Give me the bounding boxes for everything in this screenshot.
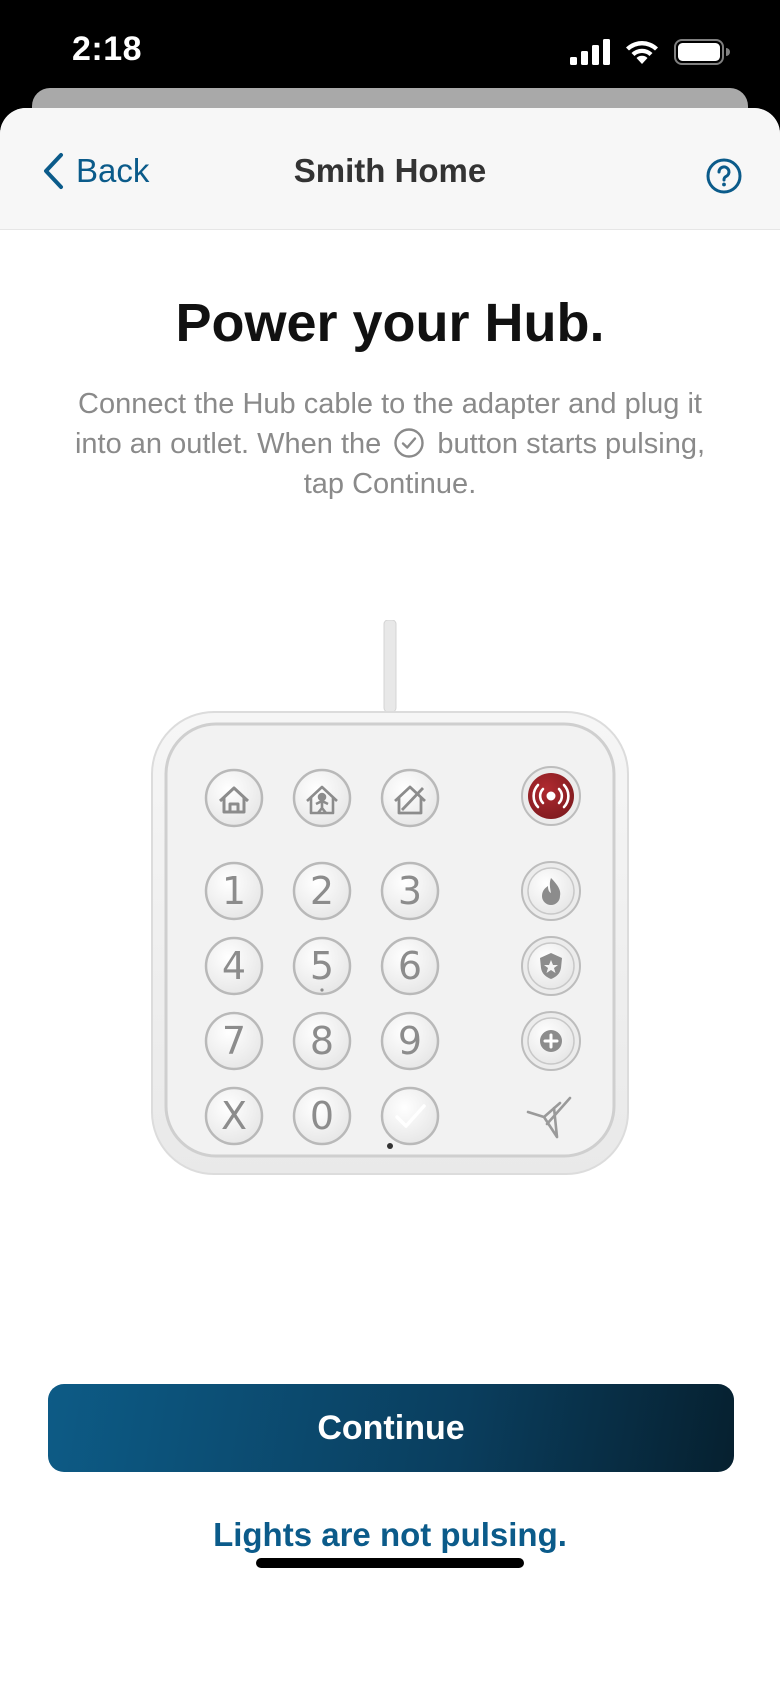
help-circle-icon[interactable] bbox=[706, 158, 742, 194]
police-key bbox=[521, 936, 581, 996]
navigation-bar: Back Smith Home bbox=[0, 108, 780, 230]
panic-key bbox=[521, 766, 581, 826]
hub-indicator-dot bbox=[387, 1143, 393, 1149]
hub-cable bbox=[383, 620, 397, 713]
cellular-signal-icon bbox=[570, 39, 610, 65]
wifi-icon bbox=[626, 41, 658, 64]
key-9-label: 9 bbox=[398, 1019, 422, 1063]
key-5: 5 bbox=[292, 936, 352, 996]
key-4-label: 4 bbox=[222, 944, 246, 988]
lights-not-pulsing-link[interactable]: Lights are not pulsing. bbox=[0, 1516, 780, 1554]
key-0-label: 0 bbox=[310, 1094, 334, 1138]
key-7: 7 bbox=[204, 1011, 264, 1071]
hub-keypad-illustration: 1 2 3 4 5 6 7 8 9 X 0 bbox=[151, 620, 629, 1175]
key-0: 0 bbox=[292, 1086, 352, 1146]
home-occupied-key bbox=[292, 768, 352, 828]
key-5-label: 5 bbox=[310, 944, 334, 988]
continue-button[interactable]: Continue bbox=[48, 1384, 734, 1472]
medical-key bbox=[521, 1011, 581, 1071]
key-x: X bbox=[204, 1086, 264, 1146]
key-2: 2 bbox=[292, 861, 352, 921]
key-2-label: 2 bbox=[310, 869, 334, 913]
key-6-label: 6 bbox=[398, 944, 422, 988]
key-8: 8 bbox=[292, 1011, 352, 1071]
setup-sheet: Back Smith Home Power your Hub. Connect … bbox=[0, 108, 780, 1688]
headline: Power your Hub. bbox=[175, 293, 605, 353]
key-1: 1 bbox=[204, 861, 264, 921]
key-8-label: 8 bbox=[310, 1019, 334, 1063]
status-icons bbox=[570, 36, 730, 68]
home-indicator[interactable] bbox=[256, 1558, 524, 1568]
key-6: 6 bbox=[380, 936, 440, 996]
key-3: 3 bbox=[380, 861, 440, 921]
battery-icon bbox=[674, 39, 730, 65]
check-circle-icon bbox=[394, 428, 425, 458]
home-key bbox=[204, 768, 264, 828]
key-1-label: 1 bbox=[222, 869, 246, 913]
check-key bbox=[380, 1086, 440, 1146]
page-title: Smith Home bbox=[293, 152, 487, 189]
key-x-label: X bbox=[221, 1094, 247, 1138]
status-time: 2:18 bbox=[72, 30, 143, 68]
instructions-text: Connect the Hub cable to the adapter and… bbox=[60, 384, 720, 504]
key-3-label: 3 bbox=[398, 869, 422, 913]
key-7-label: 7 bbox=[222, 1019, 246, 1063]
fire-key bbox=[521, 861, 581, 921]
status-bar: 2:18 bbox=[0, 0, 780, 100]
key-4: 4 bbox=[204, 936, 264, 996]
key-9: 9 bbox=[380, 1011, 440, 1071]
away-key bbox=[380, 768, 440, 828]
